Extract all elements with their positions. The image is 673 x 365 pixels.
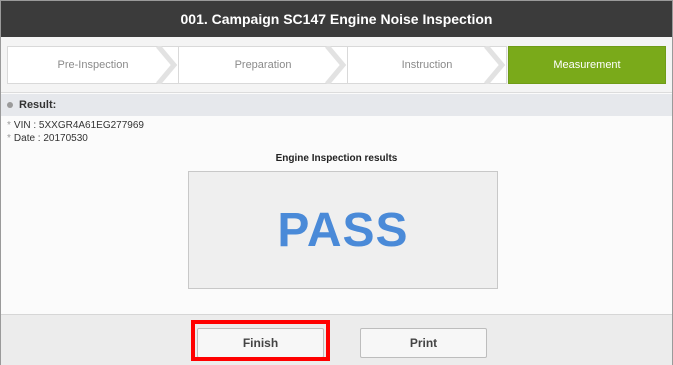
step-label: Pre-Inspection (57, 59, 129, 71)
vin-line: * VIN : 5XXGR4A61EG277969 (7, 120, 144, 131)
window-title-bar: 001. Campaign SC147 Engine Noise Inspect… (1, 1, 672, 37)
result-box: PASS (188, 171, 498, 289)
step-preparation[interactable]: Preparation (178, 46, 348, 84)
footer-bar: Finish Print (1, 314, 672, 365)
result-header: Result: (1, 94, 672, 116)
step-tabs: Pre-Inspection Preparation Instruction M… (1, 37, 672, 93)
chevron-right-icon (156, 46, 178, 84)
print-label: Print (409, 336, 438, 350)
step-measurement[interactable]: Measurement (508, 46, 666, 84)
step-instruction[interactable]: Instruction (347, 46, 507, 84)
finish-highlight-box (191, 320, 330, 361)
app-window: 001. Campaign SC147 Engine Noise Inspect… (0, 0, 673, 365)
chevron-right-icon (484, 46, 506, 84)
bullet-icon: * (7, 120, 11, 131)
inspection-title: Engine Inspection results (275, 153, 398, 164)
status-text: PASS (277, 203, 409, 257)
result-heading: Result: (19, 99, 57, 111)
step-label: Preparation (234, 59, 292, 71)
bullet-icon: * (7, 133, 11, 144)
window-title: 001. Campaign SC147 Engine Noise Inspect… (180, 11, 493, 27)
date-text: Date : 20170530 (13, 133, 88, 144)
vin-text: VIN : 5XXGR4A61EG277969 (13, 120, 144, 131)
step-label: Instruction (401, 59, 453, 71)
step-pre-inspection[interactable]: Pre-Inspection (7, 46, 179, 84)
print-button[interactable]: Print (360, 328, 487, 358)
date-line: * Date : 20170530 (7, 133, 88, 144)
step-label: Measurement (553, 59, 621, 71)
chevron-right-icon (325, 46, 347, 84)
bullet-icon (7, 102, 13, 108)
